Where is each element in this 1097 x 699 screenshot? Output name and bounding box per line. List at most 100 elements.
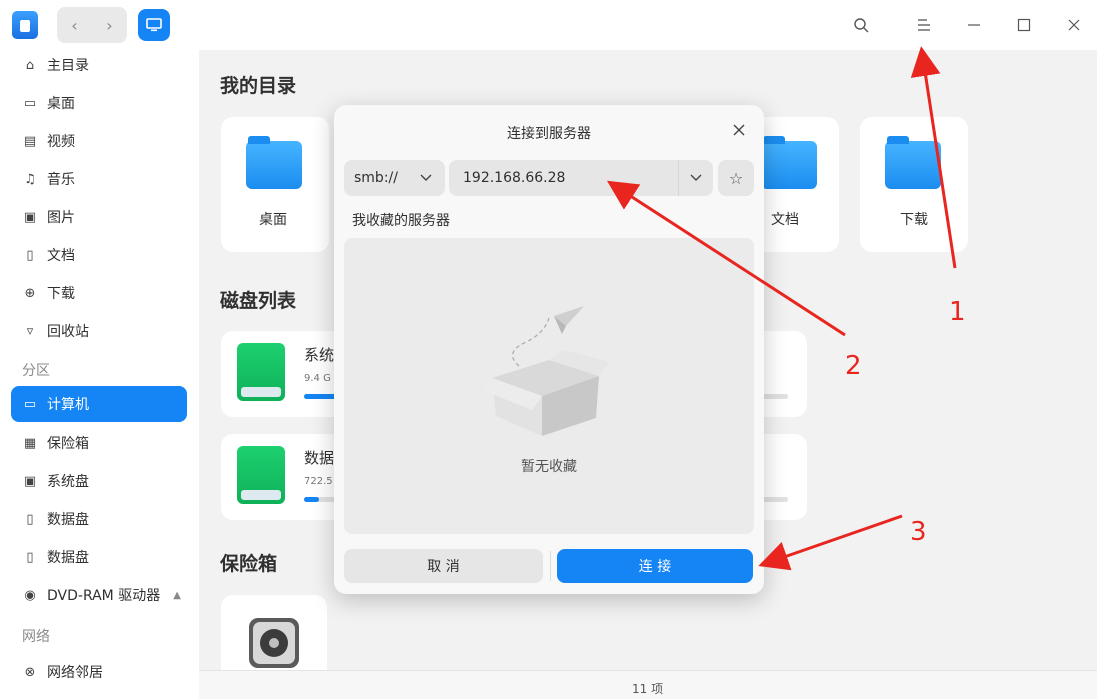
dir-card-label: 桌面 [259,212,287,228]
sidebar-item-network-neighborhood[interactable]: ⊗ 网络邻居 [11,654,187,690]
dir-card-desktop[interactable]: 桌面 [221,117,329,252]
annotation-label-1: 1 [949,297,966,327]
close-window-button[interactable] [1062,13,1086,37]
search-button[interactable] [849,13,873,37]
annotation-label-3: 3 [910,517,927,547]
chevron-down-icon [420,174,432,181]
sidebar-item-label: 下载 [47,286,75,302]
status-bar: 11 项 [199,670,1097,699]
chevron-down-icon [690,174,702,181]
button-divider [550,551,551,581]
minimize-button[interactable] [962,13,986,37]
sidebar-item-desktop[interactable]: ▭ 桌面 [11,85,187,121]
dir-card-label: 文档 [771,212,799,228]
sidebar: ⌂ 主目录 ▭ 桌面 ▤ 视频 ♫ 音乐 ▣ 图片 ▯ 文档 ⊕ 下载 ▿ 回收站 分区 ▭ 计算… [0,50,199,699]
section-title-vault: 保险箱 [220,553,278,575]
sidebar-item-music[interactable]: ♫ 音乐 [11,161,187,197]
section-title-disk-list: 磁盘列表 [220,290,297,312]
folder-icon [246,136,302,189]
connect-button[interactable]: 连 接 [557,549,753,583]
add-favorite-button[interactable]: ☆ [718,160,754,196]
sidebar-section-partition: 分区 [22,363,50,379]
sidebar-item-label: 文档 [47,248,75,264]
address-history-dropdown[interactable] [678,160,713,196]
sidebar-item-label: 数据盘 [47,550,89,566]
system-disk-icon: ▣ [23,473,37,489]
server-address-input[interactable]: 192.168.66.28 [449,160,713,196]
close-icon [733,124,745,136]
folder-icon [885,136,941,189]
dialog-title: 连接到服务器 [507,126,591,142]
disk-icon: ▯ [26,549,34,565]
dialog-close-button[interactable] [728,119,750,141]
sidebar-item-label: 视频 [47,134,75,150]
back-button[interactable]: ‹ [57,7,92,43]
disk-usage-fill [304,497,319,502]
disk-icon [237,446,285,504]
music-icon: ♫ [24,171,36,187]
sidebar-item-label: 桌面 [47,96,75,112]
dvd-icon: ◉ [24,587,36,603]
disk-size: 722.5 [304,476,333,487]
star-icon: ☆ [728,168,744,188]
sidebar-item-label: 音乐 [47,172,75,188]
sidebar-section-network: 网络 [22,629,50,645]
folder-icon [761,136,817,189]
home-icon: ⌂ [25,57,35,73]
sidebar-item-label: 图片 [47,210,75,226]
item-count: 11 项 [632,682,664,696]
sidebar-item-system-disk[interactable]: ▣ 系统盘 [11,463,187,499]
close-icon [1068,19,1080,31]
dir-card-label: 下载 [900,212,928,228]
network-icon: ⊗ [24,664,36,680]
file-manager-logo [12,11,38,39]
sidebar-item-video[interactable]: ▤ 视频 [11,123,187,159]
menu-button[interactable] [912,13,936,37]
sidebar-item-documents[interactable]: ▯ 文档 [11,237,187,273]
forward-button[interactable]: › [92,7,127,43]
annotation-label-2: 2 [845,351,862,381]
vault-icon [249,618,299,668]
sidebar-item-label: 主目录 [47,58,89,74]
maximize-icon [1017,18,1031,32]
computer-breadcrumb-button[interactable] [138,9,170,41]
computer-icon: ▭ [23,396,37,412]
sidebar-item-pictures[interactable]: ▣ 图片 [11,199,187,235]
sidebar-item-label: 计算机 [47,397,89,413]
sidebar-item-label: 系统盘 [47,474,89,490]
download-icon: ⊕ [24,285,36,301]
menu-icon [918,19,930,31]
sidebar-item-data-disk-1[interactable]: ▯ 数据盘 [11,501,187,537]
protocol-value: smb:// [354,170,398,186]
desktop-icon: ▭ [23,95,37,111]
sidebar-item-downloads[interactable]: ⊕ 下载 [11,275,187,311]
section-title-my-dirs: 我的目录 [220,75,297,97]
sidebar-item-dvd[interactable]: ◉ DVD-RAM 驱动器 ▲ [11,577,187,613]
vault-icon: ▦ [23,435,37,451]
title-bar: ‹ › [0,0,1097,50]
cancel-button[interactable]: 取 消 [344,549,543,583]
dir-card-downloads[interactable]: 下载 [860,117,968,252]
connect-server-dialog: 连接到服务器 smb:// 192.168.66.28 ☆ 我收藏的服务器 暂无… [334,105,764,594]
eject-icon[interactable]: ▲ [173,590,181,601]
sidebar-item-trash[interactable]: ▿ 回收站 [11,313,187,349]
favorites-label: 我收藏的服务器 [352,213,450,229]
video-icon: ▤ [23,133,37,149]
sidebar-item-label: DVD-RAM 驱动器 [47,588,161,604]
disk-name: 系统 [304,346,335,364]
disk-name: 数据 [304,449,335,467]
navigation-group: ‹ › [57,7,127,43]
sidebar-item-computer[interactable]: ▭ 计算机 [11,386,187,422]
empty-box-illustration [482,306,609,436]
sidebar-item-label: 保险箱 [47,436,89,452]
maximize-button[interactable] [1012,13,1036,37]
protocol-select[interactable]: smb:// [344,160,445,196]
vault-card[interactable] [221,595,327,670]
sidebar-item-label: 数据盘 [47,512,89,528]
disk-size: 9.4 G [304,373,331,384]
document-icon: ▯ [26,247,34,263]
sidebar-item-vault[interactable]: ▦ 保险箱 [11,425,187,461]
sidebar-item-home[interactable]: ⌂ 主目录 [11,47,187,83]
sidebar-item-label: 网络邻居 [47,665,103,681]
sidebar-item-data-disk-2[interactable]: ▯ 数据盘 [11,539,187,575]
